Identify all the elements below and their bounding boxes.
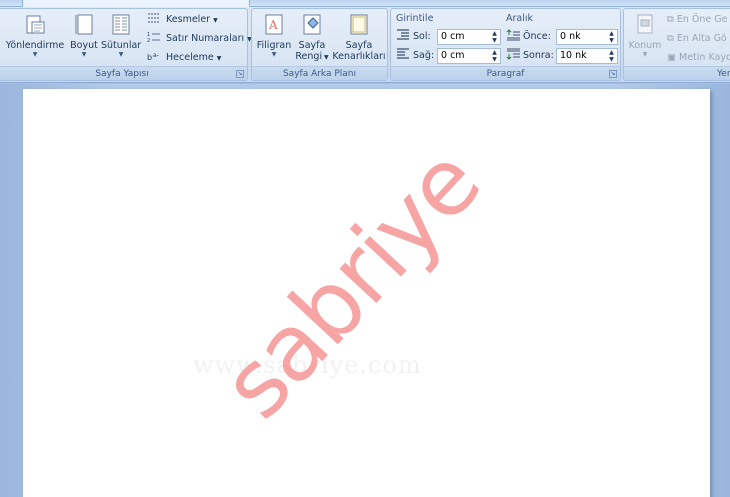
spinner-icon[interactable]: ▲ ▼ (490, 49, 499, 63)
svg-text:A: A (268, 18, 278, 32)
arrange-label: Yer (717, 69, 730, 79)
text-wrap-label: Metin Kayd (679, 52, 730, 63)
line-numbers-icon: 12 (147, 32, 160, 43)
position-button[interactable]: Konum ▼ (626, 13, 664, 67)
orientation-icon (26, 15, 45, 34)
text-wrap-button[interactable]: ▣ Metin Kayd (667, 50, 730, 66)
chevron-down-icon: ▼ (32, 51, 38, 58)
group-label: Yer (624, 66, 730, 80)
spinner-icon[interactable]: ▲ ▼ (607, 30, 616, 44)
position-label: Konum (628, 40, 662, 51)
spacing-after-label: Sonra: (523, 50, 554, 61)
page-color-label-1: Sayfa (298, 40, 326, 51)
spacing-before-input[interactable]: 0 nk ▲ ▼ (556, 29, 618, 45)
bring-front-label: En Öne Ge (676, 14, 728, 25)
position-icon (637, 14, 653, 34)
size-button[interactable]: Boyut ▼ (68, 13, 100, 67)
send-back-icon: ⧉ (667, 33, 674, 44)
svg-text:b: b (147, 53, 152, 62)
group-label: Sayfa Yapısı (0, 66, 247, 80)
spacing-after-input[interactable]: 10 nk ▲ ▼ (556, 48, 618, 64)
hyphenation-label: Heceleme (166, 52, 214, 63)
group-label: Sayfa Arka Planı (252, 66, 387, 80)
spinner-icon[interactable]: ▲ ▼ (490, 30, 499, 44)
chevron-down-icon: ▼ (81, 51, 87, 58)
breaks-icon (148, 13, 160, 23)
ribbon-tab-strip (0, 0, 730, 7)
indent-right-icon (397, 48, 409, 59)
left-indent-row: Sol: 0 cm ▲ ▼ (396, 28, 501, 46)
group-arrange: Konum ▼ ⧉ En Öne Ge ⧉ En Alta Gö ▣ Metin… (623, 8, 730, 81)
dialog-launcher-icon[interactable]: ↘ (609, 70, 617, 78)
line-numbers-button[interactable]: 12 Satır Numaraları ▼ (147, 31, 252, 47)
spacing-after-value: 10 nk (560, 50, 587, 61)
watermark-button[interactable]: A Filigran ▼ (256, 13, 292, 67)
right-indent-input[interactable]: 0 cm ▲ ▼ (437, 48, 501, 64)
columns-button[interactable]: Sütunlar ▼ (101, 13, 141, 67)
group-label: Paragraf (391, 66, 620, 80)
right-indent-label: Sağ: (413, 50, 435, 61)
spinner-icon[interactable]: ▲ ▼ (607, 49, 616, 63)
orientation-button[interactable]: Yönlendirme ▼ (5, 13, 65, 67)
spacing-before-row: Önce: 0 nk ▲ ▼ (506, 28, 618, 46)
group-page-background: A Filigran ▼ Sayfa Rengi ▼ Sayfa Kenarlı… (251, 8, 388, 81)
text-wrap-icon: ▣ (667, 52, 676, 63)
columns-label: Sütunlar (101, 40, 142, 51)
document-area: www.sabriye.com sabriye (0, 84, 730, 497)
hyphenation-button[interactable]: b a- Heceleme ▼ (147, 50, 221, 66)
svg-text:a-: a- (153, 52, 159, 59)
orientation-label: Yönlendirme (5, 40, 65, 51)
page-borders-label-1: Sayfa (345, 40, 373, 51)
tab-page-layout[interactable] (22, 0, 250, 7)
send-back-button[interactable]: ⧉ En Alta Gö (667, 31, 727, 47)
watermark-text: sabriye (201, 129, 501, 439)
group-paragraph: Girintile Sol: 0 cm ▲ ▼ Sağ: 0 cm ▲ ▼ Aral… (390, 8, 621, 81)
svg-text:2: 2 (147, 38, 150, 43)
left-indent-input[interactable]: 0 cm ▲ ▼ (437, 29, 501, 45)
page-color-label-2: Rengi (295, 51, 323, 62)
hyphenation-icon: b a- (147, 52, 159, 62)
chevron-down-icon: ▼ (118, 51, 124, 58)
watermark-label: Filigran (256, 40, 292, 51)
bring-front-button[interactable]: ⧉ En Öne Ge (667, 12, 727, 28)
document-page[interactable]: www.sabriye.com sabriye (23, 89, 710, 497)
breaks-label: Kesmeler (166, 14, 211, 25)
spacing-before-label: Önce: (523, 31, 551, 42)
columns-icon (112, 14, 130, 35)
line-numbers-label: Satır Numaraları (166, 33, 245, 44)
chevron-down-icon: ▼ (271, 51, 277, 58)
spacing-before-icon (506, 29, 520, 41)
spacing-after-row: Sonra: 10 nk ▲ ▼ (506, 47, 618, 65)
page-borders-icon (350, 14, 368, 35)
spacing-title: Aralık (506, 13, 534, 24)
send-back-label: En Alta Gö (676, 33, 727, 44)
ribbon: Yönlendirme ▼ Boyut ▼ Sütunlar ▼ Kesmele… (0, 7, 730, 83)
group-page-setup: Yönlendirme ▼ Boyut ▼ Sütunlar ▼ Kesmele… (0, 8, 252, 81)
right-indent-row: Sağ: 0 cm ▲ ▼ (396, 47, 501, 65)
bring-front-icon: ⧉ (667, 14, 674, 25)
spacing-before-value: 0 nk (560, 31, 581, 42)
spacing-after-icon (506, 48, 520, 60)
breaks-button[interactable]: Kesmeler ▼ (147, 12, 218, 28)
size-label: Boyut (70, 40, 98, 51)
indent-title: Girintile (396, 13, 434, 24)
left-indent-label: Sol: (413, 31, 431, 42)
page-size-icon (75, 14, 93, 35)
page-borders-label-2: Kenarlıkları (332, 51, 386, 62)
dialog-launcher-icon[interactable]: ↘ (236, 70, 244, 78)
left-indent-value: 0 cm (441, 31, 465, 42)
chevron-down-icon: ▼ (642, 51, 648, 58)
indent-left-icon (397, 29, 409, 40)
right-indent-value: 0 cm (441, 50, 465, 61)
page-borders-button[interactable]: Sayfa Kenarlıkları (332, 13, 386, 67)
page-color-button[interactable]: Sayfa Rengi ▼ (294, 13, 330, 67)
paint-bucket-icon (303, 14, 321, 35)
watermark-icon: A (265, 14, 283, 35)
